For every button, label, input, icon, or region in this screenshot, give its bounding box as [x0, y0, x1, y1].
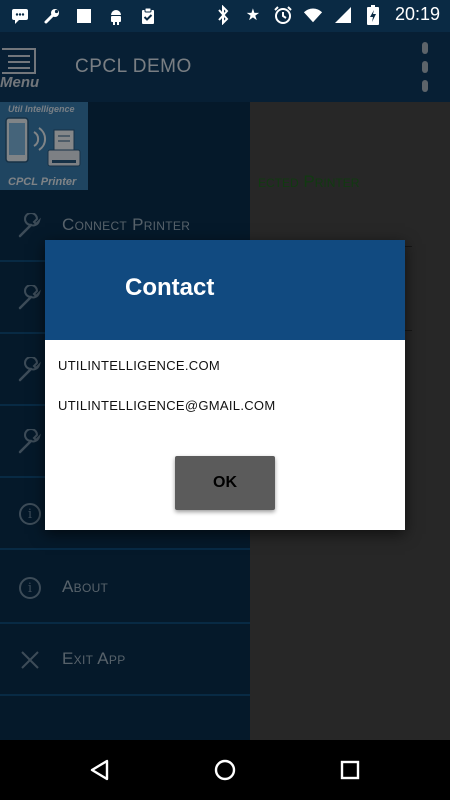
clock-time: 20:19	[394, 4, 440, 24]
bluetooth-icon	[213, 4, 233, 25]
alarm-icon	[273, 5, 293, 25]
clipboard-check-icon	[138, 6, 158, 26]
back-icon	[90, 759, 109, 781]
recents-icon	[340, 760, 360, 780]
square-icon	[74, 6, 94, 26]
system-icons: ★ 20:19	[213, 4, 440, 25]
wrench-icon	[42, 6, 62, 26]
signal-icon	[333, 5, 353, 25]
message-icon	[10, 6, 30, 26]
android-icon	[106, 6, 126, 26]
battery-charging-icon	[363, 4, 383, 25]
dialog-header: Contact	[45, 240, 405, 340]
dialog-title: Contact	[125, 274, 215, 301]
system-navigation-bar	[0, 740, 450, 800]
website-text: UTILINTELLIGENCE.COM	[58, 358, 221, 373]
star-icon: ★	[245, 5, 261, 24]
email-text: UTILINTELLIGENCE@GMAIL.COM	[58, 398, 276, 413]
status-bar: ★ 20:19	[0, 0, 450, 32]
contact-dialog: Contact UTILINTELLIGENCE.COM UTILINTELLI…	[45, 240, 405, 530]
notification-icons	[10, 6, 158, 26]
home-button[interactable]	[210, 755, 240, 785]
recents-button[interactable]	[335, 755, 365, 785]
back-button[interactable]	[85, 755, 115, 785]
home-icon	[214, 759, 236, 781]
wifi-icon	[303, 5, 323, 25]
ok-button[interactable]: OK	[175, 456, 275, 510]
